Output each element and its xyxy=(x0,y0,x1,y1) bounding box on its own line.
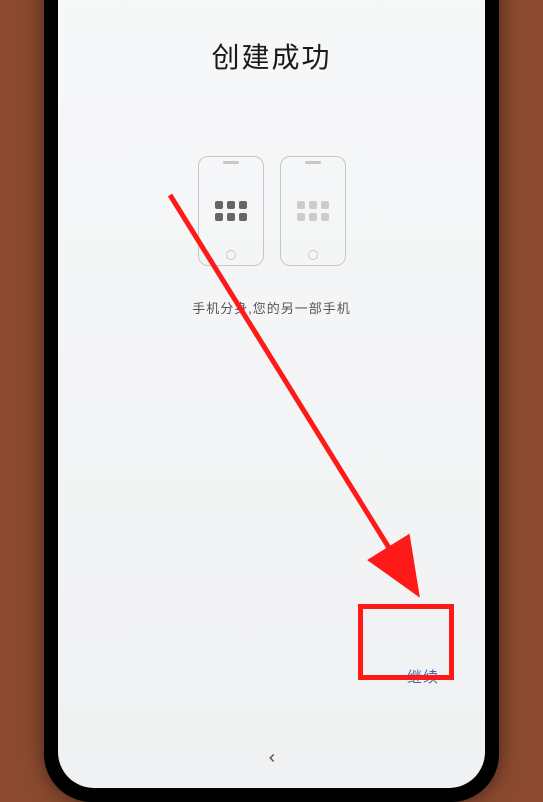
phone-illustration-secondary xyxy=(280,156,346,266)
navigation-bar xyxy=(58,751,485,770)
subtitle-text: 手机分身,您的另一部手机 xyxy=(88,298,455,317)
phone-illustration-primary xyxy=(198,156,264,266)
main-content: 创建成功 手机分身,您的另一部手机 xyxy=(58,0,485,317)
app-grid-icon xyxy=(297,201,329,221)
page-title: 创建成功 xyxy=(88,36,455,76)
screen: 上午8:07 58 创建成功 xyxy=(58,0,485,788)
phones-illustration xyxy=(88,156,455,266)
phone-frame: 上午8:07 58 创建成功 xyxy=(44,0,499,802)
continue-button[interactable]: 继续 xyxy=(403,660,443,693)
app-grid-icon xyxy=(215,201,247,221)
back-chevron-icon[interactable] xyxy=(265,751,279,770)
